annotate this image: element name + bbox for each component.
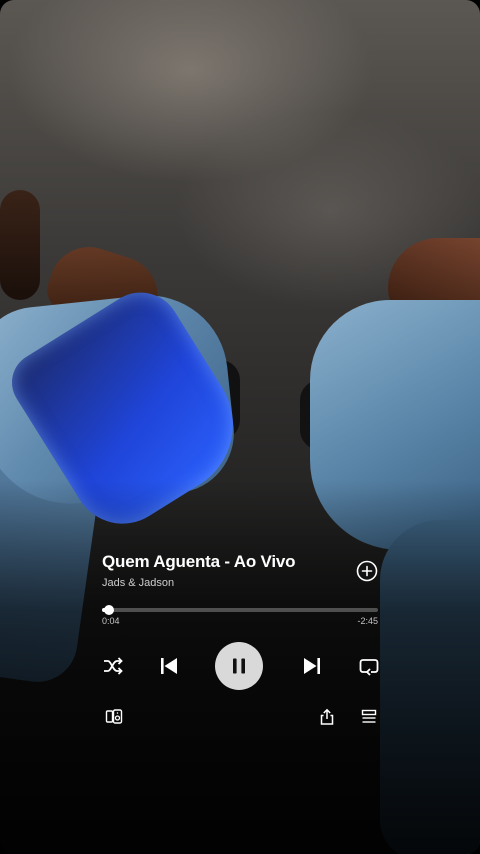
skip-previous-icon xyxy=(161,658,177,674)
now-playing-panel: Quem Aguenta - Ao Vivo Jads & Jadson 0:0… xyxy=(102,552,380,732)
plus-circle-icon xyxy=(356,560,378,582)
track-title[interactable]: Quem Aguenta - Ao Vivo xyxy=(102,552,296,572)
elapsed-time: 0:04 xyxy=(102,616,120,626)
connect-devices-icon xyxy=(105,709,123,724)
pause-button[interactable] xyxy=(215,642,263,690)
shuffle-button[interactable] xyxy=(102,655,124,677)
connect-devices-button[interactable] xyxy=(105,708,123,726)
previous-track-button[interactable] xyxy=(158,655,180,677)
pause-icon xyxy=(233,658,245,674)
skip-next-icon xyxy=(304,658,320,674)
share-button[interactable] xyxy=(318,708,336,726)
repeat-button[interactable] xyxy=(358,655,380,677)
queue-icon xyxy=(361,709,377,723)
progress-handle[interactable] xyxy=(103,605,114,615)
track-artist[interactable]: Jads & Jadson xyxy=(102,577,174,589)
shuffle-icon xyxy=(104,657,123,675)
progress-bar[interactable] xyxy=(102,605,378,615)
next-track-button[interactable] xyxy=(301,655,323,677)
queue-button[interactable] xyxy=(360,708,378,726)
secondary-controls xyxy=(102,708,378,732)
track-info: Quem Aguenta - Ao Vivo Jads & Jadson xyxy=(102,552,378,594)
repeat-icon xyxy=(359,659,379,676)
player-screen: Quem Aguenta - Ao Vivo Jads & Jadson 0:0… xyxy=(0,0,480,854)
share-icon xyxy=(320,708,334,725)
playback-controls xyxy=(102,642,380,692)
background-photo-hand xyxy=(0,190,40,300)
add-to-library-button[interactable] xyxy=(356,560,378,582)
remaining-time: -2:45 xyxy=(357,616,378,626)
time-labels: 0:04 -2:45 xyxy=(102,616,378,630)
